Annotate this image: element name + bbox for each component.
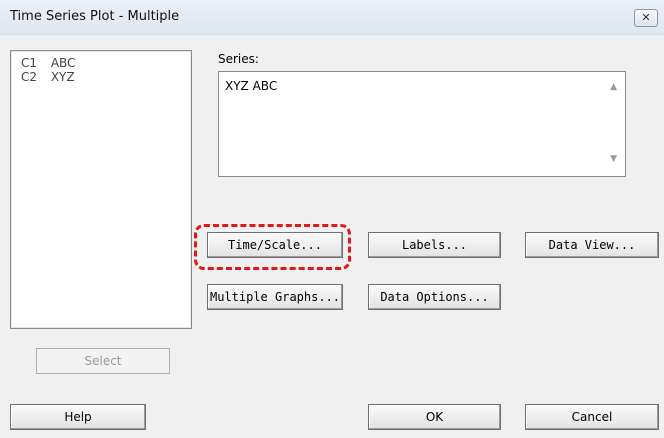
column-name: ABC: [50, 56, 76, 70]
data-options-button[interactable]: Data Options...: [368, 284, 501, 310]
cancel-button[interactable]: Cancel: [525, 404, 659, 430]
data-view-button[interactable]: Data View...: [525, 232, 659, 258]
multiple-graphs-button[interactable]: Multiple Graphs...: [207, 284, 343, 310]
window-title: Time Series Plot - Multiple: [10, 9, 180, 24]
select-button[interactable]: Select: [36, 348, 170, 374]
close-icon: ✕: [641, 11, 651, 24]
series-label: Series:: [218, 52, 259, 66]
time-scale-highlight: [194, 224, 351, 270]
labels-button[interactable]: Labels...: [368, 232, 501, 258]
title-bar: Time Series Plot - Multiple ✕: [0, 0, 664, 35]
column-id: C2: [21, 70, 38, 84]
column-id: C1: [21, 56, 38, 70]
scroll-up-icon[interactable]: ▲: [610, 82, 617, 92]
help-button[interactable]: Help: [10, 404, 146, 430]
close-button[interactable]: ✕: [634, 9, 658, 27]
scroll-down-icon[interactable]: ▼: [610, 154, 617, 164]
list-item[interactable]: C2 XYZ: [21, 70, 75, 84]
ok-button[interactable]: OK: [368, 404, 501, 430]
variable-list[interactable]: C1 ABC C2 XYZ: [10, 50, 192, 329]
column-name: XYZ: [50, 70, 75, 84]
series-input[interactable]: XYZ ABC ▲ ▼: [218, 71, 626, 177]
list-item[interactable]: C1 ABC: [21, 56, 75, 70]
series-value: XYZ ABC: [225, 79, 278, 93]
